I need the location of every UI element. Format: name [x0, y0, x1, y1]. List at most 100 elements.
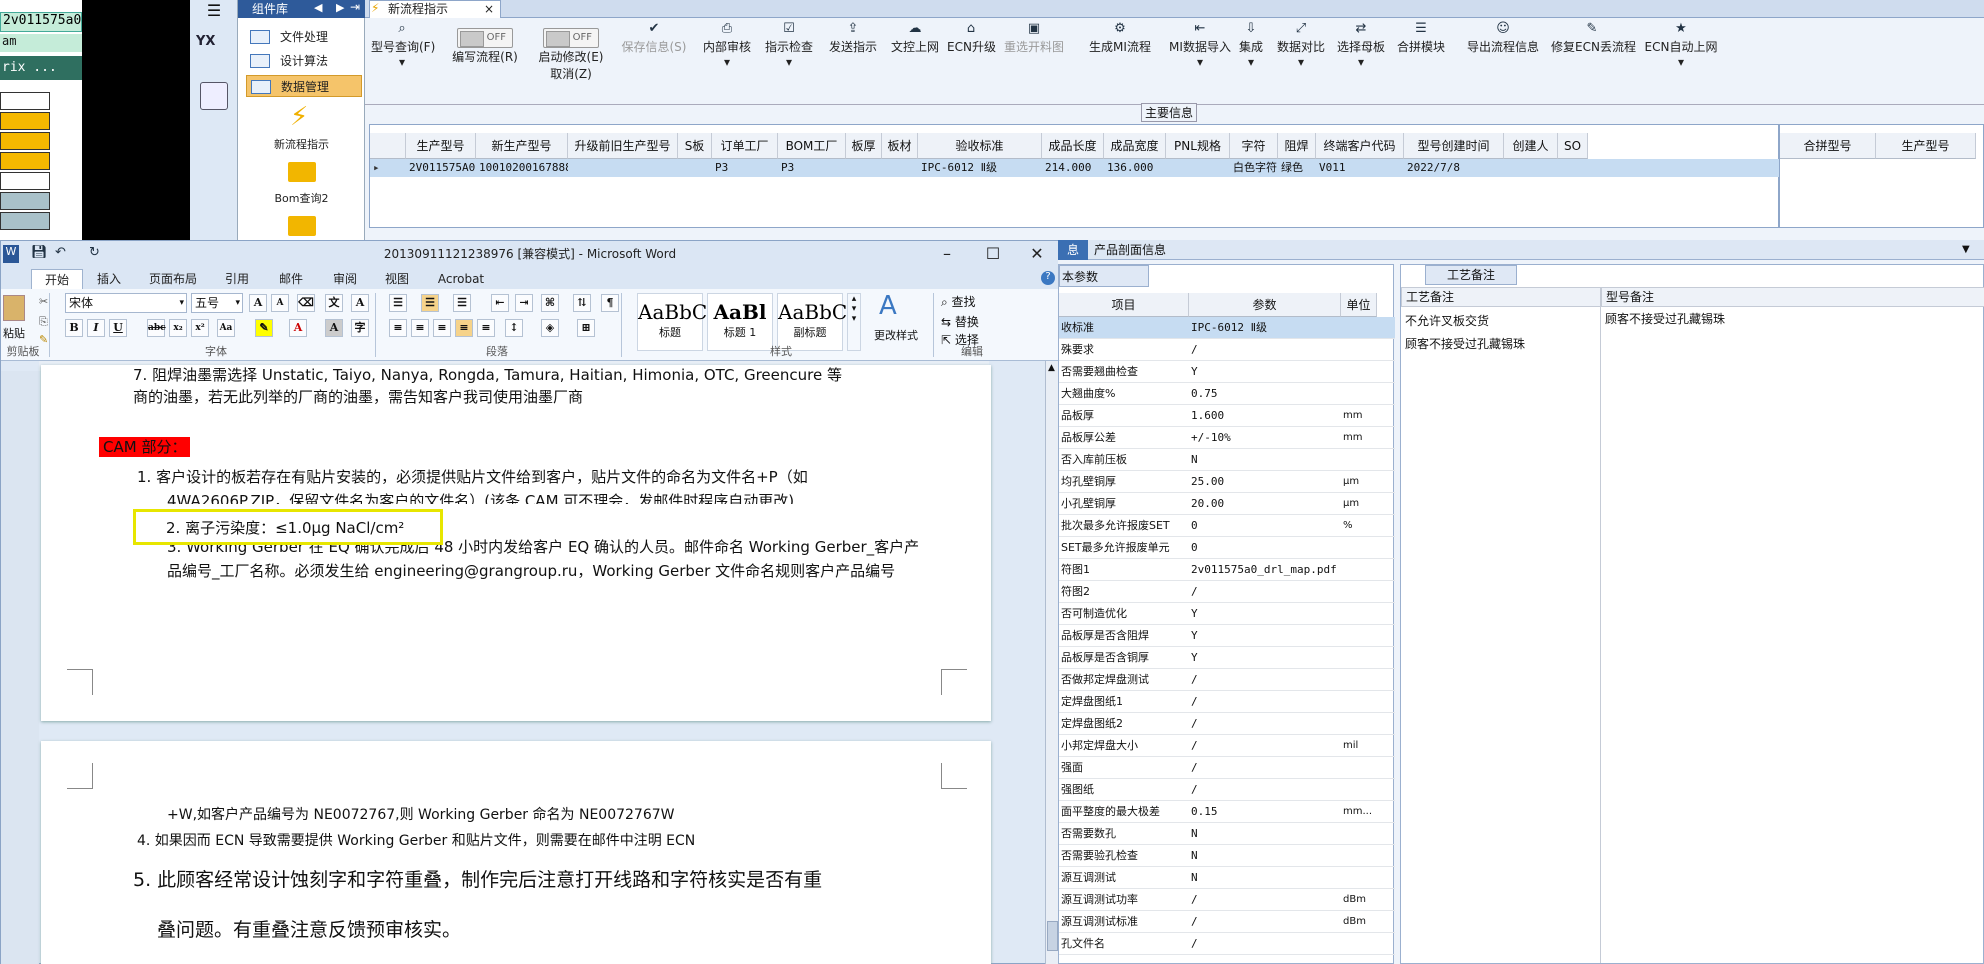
grid-cell[interactable]: IPC-6012 Ⅱ级 — [918, 159, 1042, 177]
arrow-right-icon[interactable]: ▶ — [336, 1, 344, 14]
table-row[interactable]: 均孔壁铜厚 25.00 μm — [1059, 471, 1395, 493]
replace-button[interactable]: ⇆ 替换 — [941, 313, 979, 330]
table-row[interactable]: 孔文件名 / — [1059, 933, 1395, 955]
table-row[interactable]: 源互调测试功率 / dBm — [1059, 889, 1395, 911]
vertical-scrollbar[interactable]: ▲ — [1045, 361, 1059, 964]
numbering-icon[interactable]: ☰ — [421, 294, 439, 312]
line-spacing-icon[interactable]: ↕ — [505, 319, 523, 337]
column-header[interactable]: 单位 — [1341, 293, 1377, 317]
scroll-up-icon[interactable]: ▲ — [1048, 363, 1055, 373]
table-row[interactable]: SET最多允许报废单元 0 — [1059, 537, 1395, 559]
enclose-char-icon[interactable]: 字 — [351, 319, 369, 337]
layer-cell[interactable] — [0, 152, 50, 170]
grid-cell[interactable]: 白色字符 — [1230, 159, 1278, 177]
param-value[interactable]: / — [1191, 757, 1341, 779]
grid-header[interactable]: 阻焊 — [1278, 133, 1316, 159]
param-value[interactable]: Y — [1191, 361, 1341, 383]
grid-header[interactable]: 验收标准 — [918, 133, 1042, 159]
layer-cell[interactable] — [0, 192, 50, 210]
table-row[interactable]: 否入库前压板 N — [1059, 449, 1395, 471]
grid-header[interactable]: S板 — [678, 133, 712, 159]
start-modify-toggle[interactable]: OFF 启动修改(E) 取消(Z) — [535, 18, 607, 90]
superscript-icon[interactable]: x² — [191, 319, 209, 337]
internal-review-button[interactable]: ⎙ 内部审核 ▾ — [699, 18, 755, 90]
table-row[interactable]: 符图2 / — [1059, 581, 1395, 603]
yx-logo-icon[interactable]: YX — [196, 34, 232, 66]
table-row[interactable]: 品板厚是否含铜厚 Y — [1059, 647, 1395, 669]
param-value[interactable]: 2v011575a0_drl_map.pdf — [1191, 559, 1341, 581]
save-info-button[interactable]: ✔ 保存信息(S) — [619, 18, 689, 90]
table-row[interactable]: 品板厚公差 +/-10% mm — [1059, 427, 1395, 449]
paste-label[interactable]: 粘贴 — [3, 325, 25, 341]
tab-craft-notes[interactable]: 工艺备注 — [1425, 265, 1517, 285]
table-row[interactable]: 否需要翘曲检查 Y — [1059, 361, 1395, 383]
column-header[interactable]: 参数 — [1189, 293, 1341, 317]
mi-import-button[interactable]: ⇤ MI数据导入 ▾ — [1163, 18, 1237, 90]
grid-cell[interactable]: P3 — [778, 159, 846, 177]
indication-check-button[interactable]: ☑ 指示检查 ▾ — [761, 18, 817, 90]
param-value[interactable]: Y — [1191, 603, 1341, 625]
distribute-icon[interactable]: ≡ — [477, 319, 495, 337]
shading-icon[interactable]: ◈ — [541, 319, 559, 337]
style-title[interactable]: AaBbC 标题 — [637, 293, 707, 351]
chinese-layout-icon[interactable]: ⌘ — [541, 294, 559, 312]
undo-icon[interactable]: ↶ — [55, 245, 66, 260]
underline-icon[interactable]: U — [109, 319, 127, 337]
change-case-icon[interactable]: Aa — [217, 319, 235, 337]
document-page[interactable]: +W,如客户产品编号为 NE0072767,则 Working Gerber 命… — [41, 741, 991, 964]
param-value[interactable]: 25.00 — [1191, 471, 1341, 493]
grid-header[interactable]: 新生产型号 — [476, 133, 568, 159]
repair-ecn-button[interactable]: ✎ 修复ECN丢流程 — [1551, 18, 1636, 90]
param-value[interactable]: / — [1191, 735, 1341, 757]
param-value[interactable]: / — [1191, 911, 1341, 933]
table-row[interactable]: 收标准 IPC-6012 Ⅱ级 — [1059, 317, 1395, 339]
tab-view[interactable]: 视图 — [377, 269, 417, 289]
export-process-button[interactable]: ☺ 导出流程信息 — [1461, 18, 1545, 90]
maximize-button[interactable]: ☐ — [975, 241, 1011, 267]
layer-cell[interactable] — [0, 212, 50, 230]
param-value[interactable]: N — [1191, 449, 1341, 471]
model-query-button[interactable]: ⌕ 型号查询(F) ▾ — [371, 18, 435, 90]
param-value[interactable]: / — [1191, 713, 1341, 735]
table-row[interactable]: 品板厚是否含阻焊 Y — [1059, 625, 1395, 647]
data-compare-button[interactable]: ⤢ 数据对比 ▾ — [1273, 18, 1329, 90]
param-value[interactable]: / — [1191, 779, 1341, 801]
param-value[interactable]: 20.00 — [1191, 493, 1341, 515]
layer-cell[interactable] — [0, 112, 50, 130]
justify-icon[interactable]: ≡ — [455, 319, 473, 337]
param-value[interactable]: 0.15 — [1191, 801, 1341, 823]
param-value[interactable]: / — [1191, 691, 1341, 713]
param-value[interactable]: 1.600 — [1191, 405, 1341, 427]
column-header[interactable]: 工艺备注 — [1401, 287, 1601, 307]
tab-insert[interactable]: 插入 — [89, 269, 129, 289]
grid-header[interactable]: SO — [1558, 133, 1588, 159]
new-process-indication[interactable]: 新流程指示 — [238, 136, 365, 152]
grid-header[interactable]: 订单工厂 — [712, 133, 778, 159]
palette-item-algorithm[interactable]: 设计算法 — [246, 50, 362, 72]
table-row[interactable]: 品板厚 1.600 mm — [1059, 405, 1395, 427]
param-value[interactable]: Y — [1191, 647, 1341, 669]
copy-icon[interactable]: ⎘ — [39, 315, 48, 329]
style-heading-1[interactable]: AaBl 标题 1 — [707, 293, 773, 351]
scroll-thumb[interactable] — [1047, 921, 1058, 951]
char-border-icon[interactable]: A — [351, 294, 369, 312]
ecn-upgrade-button[interactable]: ⌂ ECN升级 — [947, 18, 996, 90]
table-row[interactable]: 否可制造优化 Y — [1059, 603, 1395, 625]
change-styles-icon[interactable]: A — [879, 291, 897, 321]
grid-cell[interactable]: 136.000 — [1104, 159, 1166, 177]
table-row[interactable]: 强面 / — [1059, 757, 1395, 779]
ecn-auto-online-button[interactable]: ★ ECN自动上网 ▾ — [1643, 18, 1719, 90]
palette-item-data[interactable]: 数据管理 — [246, 75, 362, 97]
bullets-icon[interactable]: ☰ — [389, 294, 407, 312]
subscript-icon[interactable]: x₂ — [169, 319, 187, 337]
increase-indent-icon[interactable]: ⇥ — [515, 294, 533, 312]
table-row[interactable]: 定焊盘图纸1 / — [1059, 691, 1395, 713]
redo-icon[interactable]: ↻ — [89, 245, 100, 260]
borders-icon[interactable]: ⊞ — [577, 319, 595, 337]
param-value[interactable]: / — [1191, 889, 1341, 911]
styles-scroll[interactable]: ▴ ▾ ▾ — [847, 293, 861, 351]
sort-icon[interactable]: ⇅ — [573, 294, 591, 312]
pin-icon[interactable]: ⇥ — [350, 0, 360, 14]
grow-font-icon[interactable]: A — [249, 294, 267, 312]
param-value[interactable]: N — [1191, 823, 1341, 845]
